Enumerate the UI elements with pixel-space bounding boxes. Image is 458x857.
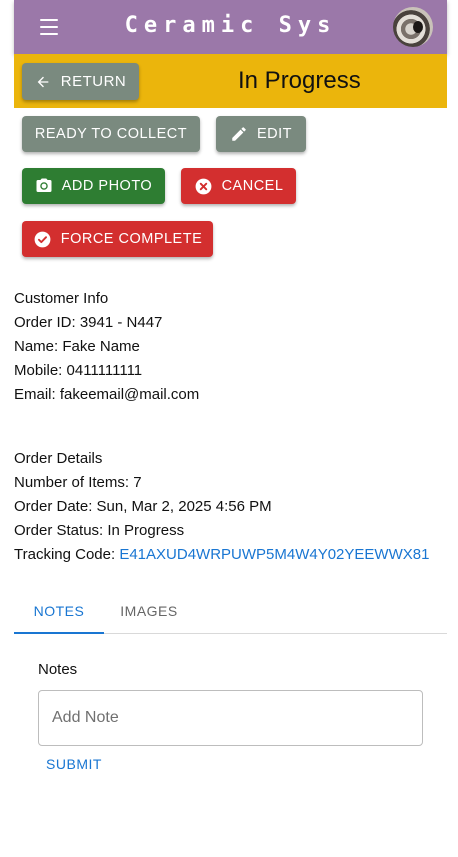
- force-complete-label: FORCE COMPLETE: [60, 231, 203, 247]
- order-details: Order Details Number of Items: 7 Order D…: [14, 447, 429, 567]
- order-details-heading: Order Details: [14, 450, 103, 467]
- app-title: Ceramic Sys: [124, 13, 337, 38]
- edit-button-label: EDIT: [256, 126, 293, 142]
- tab-bar: NOTES IMAGES: [14, 588, 447, 634]
- customer-info: Customer Info Order ID: 3941 - N447 Name…: [14, 287, 199, 407]
- tab-notes[interactable]: NOTES: [14, 588, 104, 634]
- customer-info-heading: Customer Info: [14, 290, 109, 307]
- force-complete-button[interactable]: FORCE COMPLETE: [22, 221, 213, 257]
- status-title: In Progress: [238, 67, 361, 94]
- check-circle-icon: [34, 231, 51, 247]
- add-photo-button[interactable]: ADD PHOTO: [22, 168, 165, 204]
- active-tab-indicator: [14, 632, 104, 634]
- app-bar: Ceramic Sys: [14, 0, 447, 54]
- ready-to-collect-button[interactable]: READY TO COLLECT: [22, 116, 200, 152]
- customer-mobile: Mobile: 0411111111: [14, 362, 143, 379]
- customer-email: Email: fakeemail@mail.com: [14, 386, 200, 403]
- cancel-circle-icon: [195, 178, 211, 194]
- pencil-icon: [232, 127, 246, 141]
- camera-icon: [36, 178, 52, 192]
- tracking-label: Tracking Code:: [14, 546, 120, 563]
- edit-button[interactable]: EDIT: [216, 116, 306, 152]
- order-date: Order Date: Sun, Mar 2, 2025 4:56 PM: [14, 498, 272, 515]
- order-id: Order ID: 3941 - N447: [14, 314, 163, 331]
- tab-images[interactable]: IMAGES: [104, 588, 194, 634]
- order-status: Order Status: In Progress: [14, 522, 185, 539]
- tracking-code-link[interactable]: E41AXUD4WRPUWP5M4W4Y02YEEWWX81: [119, 546, 429, 563]
- return-button-label: RETURN: [60, 73, 127, 90]
- cancel-button-label: CANCEL: [221, 178, 284, 194]
- user-avatar[interactable]: [393, 7, 433, 47]
- app-root: Ceramic Sys RETURN In Progress READY TO …: [0, 0, 458, 857]
- submit-button[interactable]: SUBMIT: [38, 752, 110, 776]
- add-note-input[interactable]: [38, 690, 423, 746]
- return-button[interactable]: RETURN: [22, 63, 139, 100]
- add-photo-label: ADD PHOTO: [61, 178, 153, 194]
- notes-label: Notes: [38, 661, 78, 678]
- customer-name: Name: Fake Name: [14, 338, 140, 355]
- arrow-left-icon: [37, 76, 49, 87]
- number-of-items: Number of Items: 7: [14, 474, 142, 491]
- status-bar: RETURN In Progress: [14, 54, 447, 108]
- ready-to-collect-label: READY TO COLLECT: [34, 126, 188, 142]
- cancel-button[interactable]: CANCEL: [181, 168, 296, 204]
- tracking-row: Tracking Code: E41AXUD4WRPUWP5M4W4Y02YEE…: [14, 543, 429, 567]
